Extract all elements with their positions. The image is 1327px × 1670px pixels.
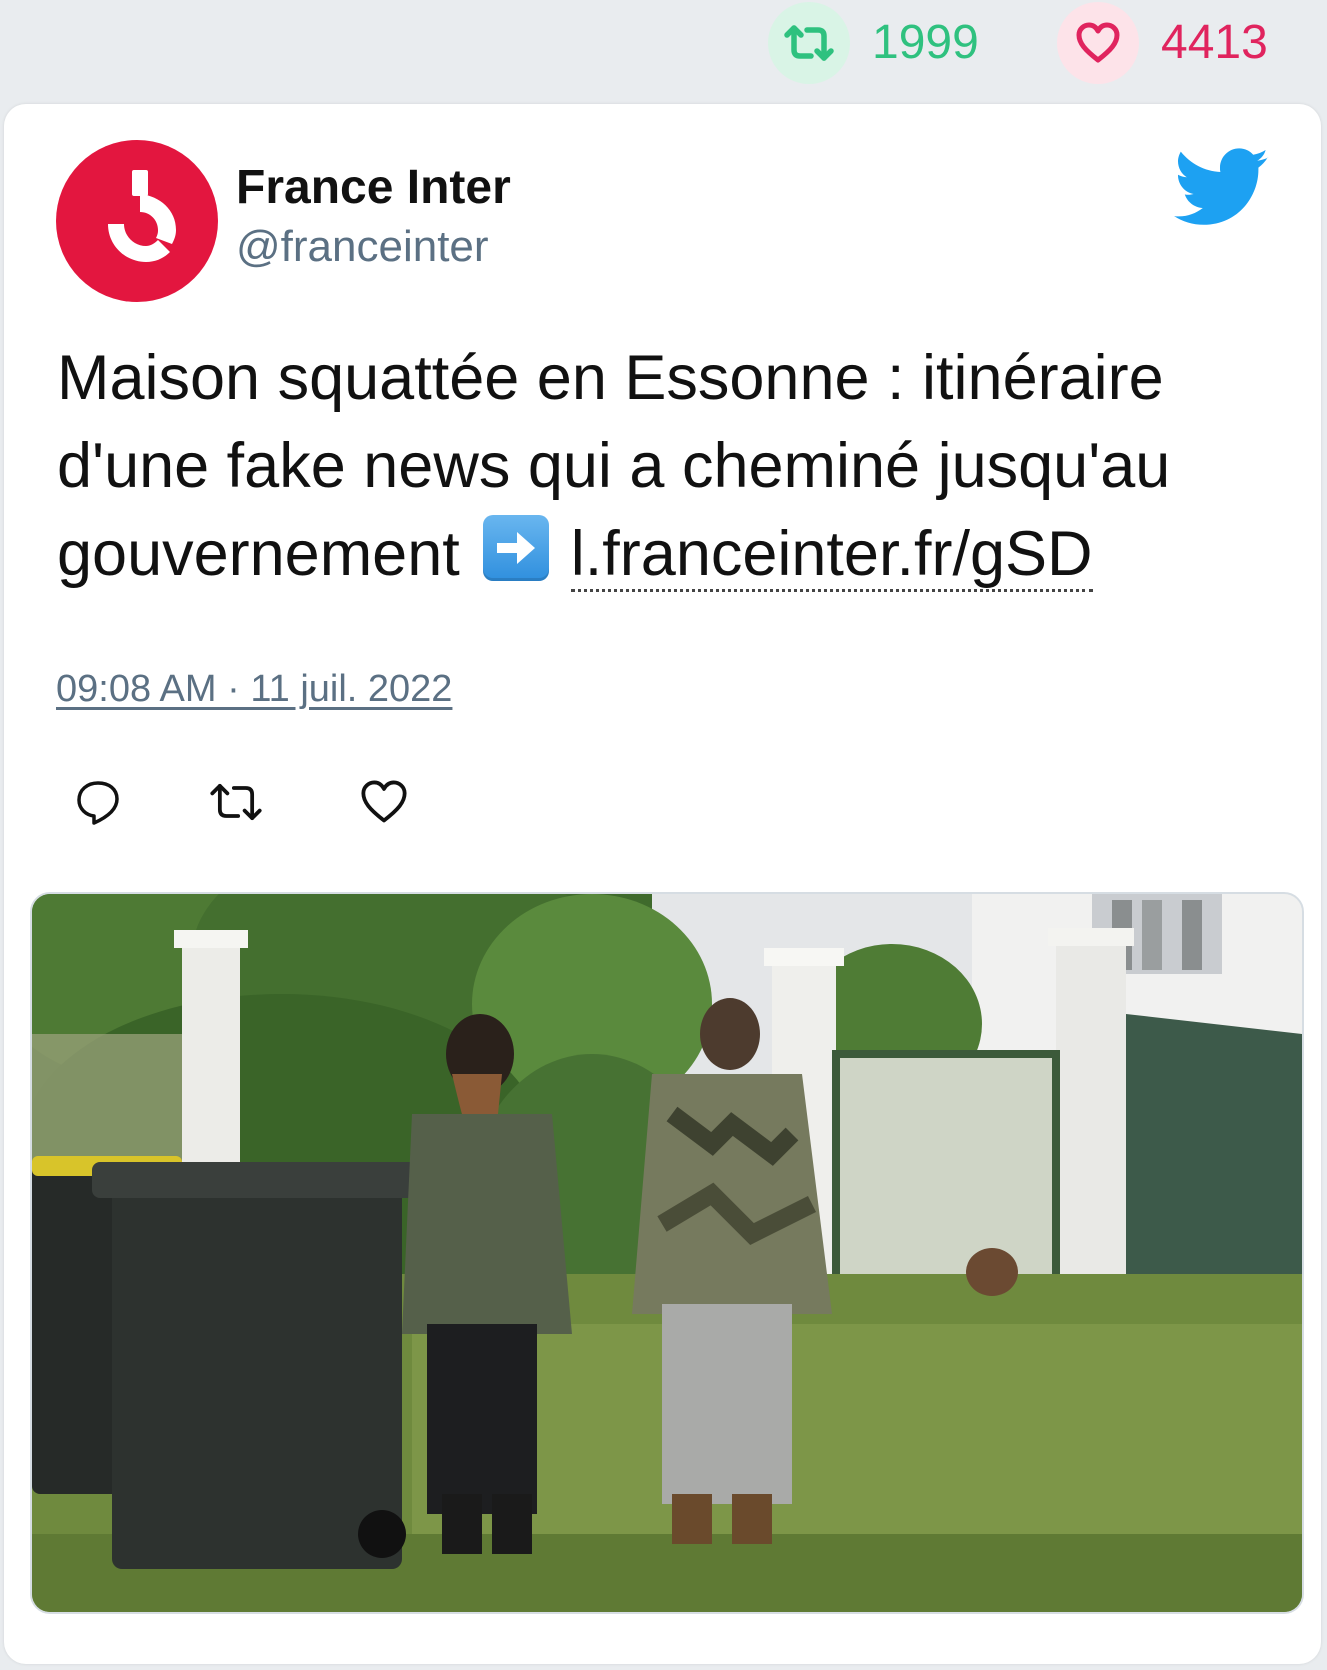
- retweet-stat[interactable]: 1999: [768, 0, 979, 85]
- tweet-text: Maison squattée en Essonne : itinéraire …: [57, 334, 1287, 598]
- retweet-action-icon[interactable]: [208, 774, 264, 830]
- like-icon[interactable]: [356, 774, 412, 830]
- tweet-photo[interactable]: [30, 892, 1304, 1614]
- reply-icon[interactable]: [70, 774, 126, 830]
- like-count: 4413: [1161, 16, 1268, 69]
- like-stat[interactable]: 4413: [1057, 0, 1268, 85]
- twitter-bird-icon[interactable]: [1172, 148, 1272, 228]
- tweet-timestamp[interactable]: 09:08 AM · 11 juil. 2022: [56, 668, 452, 711]
- avatar[interactable]: [56, 140, 218, 302]
- retweet-count: 1999: [872, 16, 979, 69]
- tweet-link[interactable]: l.franceinter.fr/gSD: [570, 519, 1093, 592]
- retweet-icon: [768, 1, 850, 84]
- author-name[interactable]: France Inter: [236, 160, 511, 215]
- stats-bar: 1999 4413: [0, 0, 1327, 95]
- author-handle[interactable]: @franceinter: [236, 222, 489, 272]
- heart-icon: [1057, 1, 1139, 84]
- right-arrow-emoji-icon: [483, 515, 550, 581]
- tweet-card: France Inter @franceinter Maison squatté…: [4, 104, 1321, 1664]
